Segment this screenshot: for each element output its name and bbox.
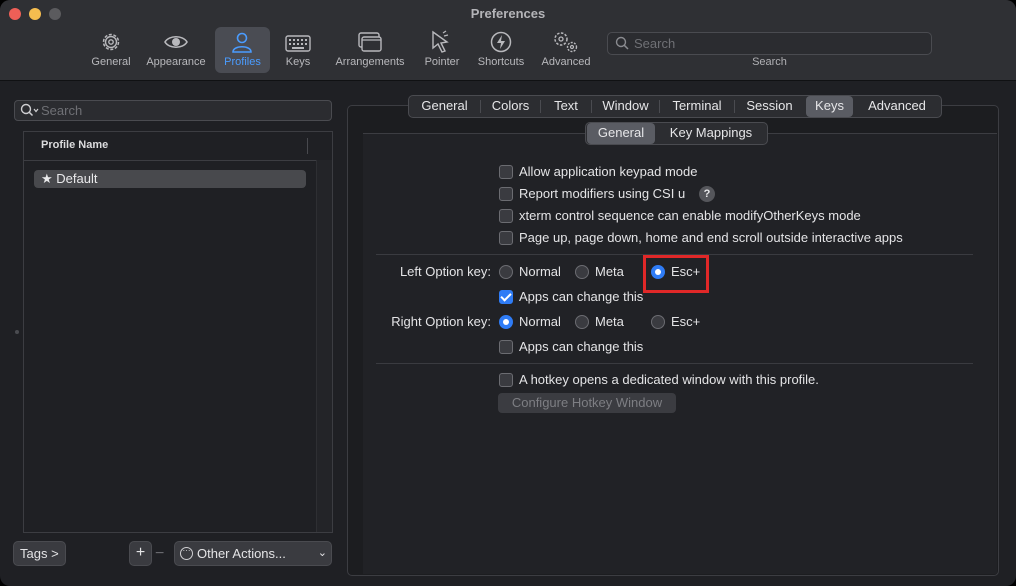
search-icon	[20, 103, 39, 117]
toolbar-general[interactable]: General	[88, 27, 134, 73]
toolbar-arrangements-label: Arrangements	[335, 56, 405, 68]
report-modifiers-csi-u-checkbox[interactable]	[499, 187, 513, 201]
left-option-apps-can-change-checkbox[interactable]	[499, 290, 513, 304]
other-actions-label: Other Actions...	[197, 546, 286, 561]
right-option-meta-radio[interactable]	[575, 315, 589, 329]
tab-general[interactable]: General	[409, 96, 480, 117]
chevron-down-icon: ⌄	[317, 547, 327, 559]
subtab-key-mappings[interactable]: Key Mappings	[658, 123, 764, 144]
profile-list-scrollbar[interactable]	[316, 160, 332, 532]
toolbar-arrangements[interactable]: Arrangements	[329, 27, 411, 73]
toolbar-profiles[interactable]: Profiles	[215, 27, 270, 73]
left-option-normal-radio[interactable]	[499, 265, 513, 279]
right-option-meta-label: Meta	[595, 314, 624, 329]
tab-keys[interactable]: Keys	[806, 96, 853, 117]
toolbar-keys-label: Keys	[285, 56, 311, 68]
profile-row-default[interactable]: ★ Default	[34, 170, 306, 188]
hotkey-window-checkbox[interactable]	[499, 373, 513, 387]
right-option-apps-can-change-label: Apps can change this	[519, 339, 644, 354]
add-profile-button[interactable]: +	[129, 541, 152, 566]
right-option-esc-radio[interactable]	[651, 315, 665, 329]
split-view-divider[interactable]	[15, 330, 19, 334]
toolbar-advanced[interactable]: Advanced	[538, 27, 594, 73]
person-icon	[232, 32, 252, 53]
column-divider	[307, 138, 308, 154]
profile-row-label: ★ Default	[41, 171, 97, 187]
left-option-normal-label: Normal	[519, 264, 561, 279]
toolbar-general-label: General	[91, 56, 131, 68]
pointer-icon	[432, 30, 449, 53]
toolbar-pointer[interactable]: Pointer	[418, 27, 466, 73]
profile-list: Profile Name ★ Default	[23, 131, 333, 533]
right-option-esc-label: Esc+	[671, 314, 701, 329]
ellipsis-circle-icon: ···	[180, 547, 193, 560]
lightning-icon	[490, 31, 512, 53]
other-actions-menu[interactable]: ··· Other Actions... ⌄	[174, 541, 332, 566]
windows-stack-icon	[358, 32, 382, 52]
toolbar-advanced-label: Advanced	[541, 56, 591, 68]
left-option-apps-can-change-label: Apps can change this	[519, 289, 644, 304]
right-option-apps-can-change-checkbox[interactable]	[499, 340, 513, 354]
toolbar-profiles-label: Profiles	[224, 56, 261, 68]
report-modifiers-csi-u-label: Report modifiers using CSI u	[519, 186, 686, 201]
profile-search-placeholder: Search	[41, 103, 83, 118]
preferences-search-field[interactable]: Search	[607, 32, 932, 55]
highlight-box	[643, 255, 709, 293]
tags-button-label: Tags >	[20, 546, 59, 561]
gears-icon	[554, 32, 578, 53]
tab-terminal[interactable]: Terminal	[660, 96, 734, 117]
preferences-window: Preferences General Appearance Profiles	[0, 0, 1016, 586]
toolbar-appearance[interactable]: Appearance	[142, 27, 210, 73]
page-keys-scroll-label: Page up, page down, home and end scroll …	[519, 230, 903, 245]
toolbar-pointer-label: Pointer	[424, 56, 460, 68]
right-option-normal-radio[interactable]	[499, 315, 513, 329]
modify-other-keys-checkbox[interactable]	[499, 209, 513, 223]
modify-other-keys-label: xterm control sequence can enable modify…	[519, 208, 861, 223]
help-icon[interactable]: ?	[699, 186, 715, 202]
tab-advanced[interactable]: Advanced	[855, 96, 939, 117]
allow-keypad-mode-checkbox[interactable]	[499, 165, 513, 179]
toolbar-shortcuts-label: Shortcuts	[477, 56, 525, 68]
keyboard-icon	[285, 35, 311, 52]
tab-colors[interactable]: Colors	[481, 96, 540, 117]
left-option-meta-radio[interactable]	[575, 265, 589, 279]
page-keys-scroll-checkbox[interactable]	[499, 231, 513, 245]
keys-subtab-bar: General Key Mappings	[585, 122, 768, 145]
tags-button[interactable]: Tags >	[13, 541, 66, 566]
gear-icon	[102, 33, 120, 51]
right-option-normal-label: Normal	[519, 314, 561, 329]
profile-name: Default	[56, 171, 98, 186]
tab-window[interactable]: Window	[592, 96, 659, 117]
left-option-meta-label: Meta	[595, 264, 624, 279]
search-icon	[615, 36, 629, 50]
profile-tab-bar: General Colors Text Window Terminal Sess…	[408, 95, 942, 118]
eye-icon	[164, 35, 188, 49]
right-option-key-label: Right Option key:	[391, 314, 491, 329]
allow-keypad-mode-label: Allow application keypad mode	[519, 164, 698, 179]
star-icon: ★	[41, 171, 57, 186]
section-divider	[376, 363, 973, 364]
profile-list-header[interactable]: Profile Name	[24, 132, 316, 161]
subtab-general[interactable]: General	[587, 123, 655, 144]
configure-hotkey-window-button[interactable]: Configure Hotkey Window	[498, 393, 676, 413]
profile-name-column-header: Profile Name	[41, 139, 109, 151]
tab-text[interactable]: Text	[541, 96, 591, 117]
hotkey-window-label: A hotkey opens a dedicated window with t…	[519, 372, 819, 387]
left-option-key-label: Left Option key:	[399, 264, 491, 279]
window-title: Preferences	[470, 6, 546, 21]
tab-session[interactable]: Session	[735, 96, 804, 117]
remove-profile-button[interactable]: −	[155, 545, 164, 563]
title-bar: Preferences General Appearance Profiles	[0, 0, 1016, 81]
search-placeholder: Search	[634, 36, 676, 51]
toolbar-shortcuts[interactable]: Shortcuts	[474, 27, 528, 73]
add-profile-label: +	[135, 544, 146, 561]
toolbar-appearance-label: Appearance	[146, 56, 206, 68]
profile-search-field[interactable]: Search	[14, 100, 332, 121]
search-label: Search	[752, 56, 787, 68]
toolbar-keys[interactable]: Keys	[280, 27, 316, 73]
